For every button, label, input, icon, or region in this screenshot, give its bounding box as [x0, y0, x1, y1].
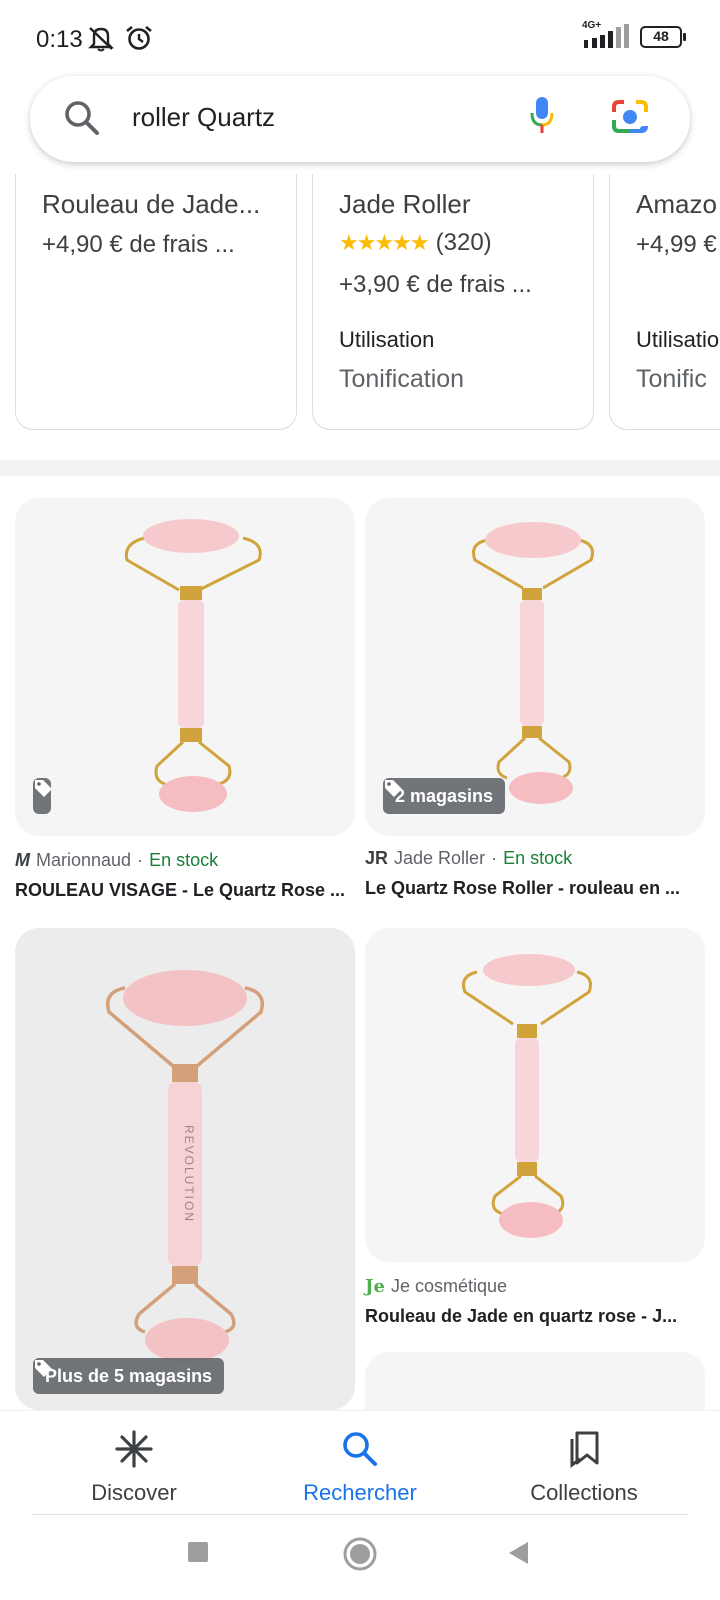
merchant-logo: Je: [365, 1276, 385, 1297]
nav-search[interactable]: Rechercher: [260, 1429, 460, 1506]
search-icon: [343, 1432, 377, 1466]
status-icons-left: [86, 24, 154, 52]
store-card[interactable]: Jade Roller ★★★★★ (320) +3,90 € de frais…: [312, 174, 594, 430]
store-card[interactable]: Rouleau de Jade... +4,90 € de frais ...: [15, 174, 297, 430]
stores-badge-label: Plus de 5 magasins: [45, 1365, 213, 1386]
status-bar: 0:13 4G+ 48: [0, 0, 720, 76]
merchant-name: Marionnaud: [36, 850, 132, 870]
nav-divider: [32, 1514, 688, 1515]
tag-icon: [385, 780, 402, 797]
battery-level: 48: [653, 28, 669, 44]
merchant-logo: M: [15, 850, 30, 870]
nav-label-discover: Discover: [91, 1480, 177, 1505]
mic-icon[interactable]: [530, 96, 554, 141]
signal-icon: 4G+: [582, 20, 630, 50]
stores-badge[interactable]: Plus de 5 magasins: [33, 1358, 225, 1394]
product-image[interactable]: 2 magasins: [365, 498, 705, 836]
app-screen: 0:13 4G+ 48 roller Quartz Rouleau de Jad…: [0, 0, 720, 1600]
merchant-name: Jade Roller: [394, 848, 486, 868]
product-image[interactable]: [365, 928, 705, 1262]
nav-discover[interactable]: Discover: [34, 1429, 234, 1506]
tag-icon: [35, 1360, 52, 1377]
stores-badge[interactable]: 2 magasins: [383, 778, 506, 814]
store-card-name: Amazo: [636, 189, 717, 219]
product-brand-text: REVOLUTION: [182, 1125, 196, 1223]
store-card-name: Jade Roller: [339, 189, 471, 219]
store-card-usage-label: Utilisatio: [636, 327, 720, 352]
product-image[interactable]: REVOLUTION Plus de 5 magasins: [15, 928, 355, 1410]
price-tag-badge[interactable]: [33, 778, 52, 814]
product-image[interactable]: [15, 498, 355, 836]
bottom-nav: Discover Rechercher Collections: [0, 1410, 720, 1516]
store-card-usage-value: Tonification: [339, 365, 465, 393]
stock-status: En stock: [503, 848, 573, 868]
merchant-line: Je Je cosmétique: [365, 1276, 507, 1297]
product-card[interactable]: [365, 1352, 705, 1432]
discover-icon: [115, 1430, 153, 1468]
merchant-line: M Marionnaud · En stock: [15, 850, 218, 871]
merchant-logo: JR: [365, 848, 389, 868]
section-divider: [0, 460, 720, 476]
recents-icon[interactable]: [186, 1540, 210, 1569]
separator: ·: [491, 848, 498, 868]
battery-icon: 48: [640, 26, 686, 48]
back-icon[interactable]: [506, 1540, 530, 1571]
lens-icon[interactable]: [610, 98, 650, 141]
notifications-off-icon: [88, 27, 114, 52]
store-card-shipping: +4,90 € de frais ...: [42, 231, 235, 258]
system-nav: [0, 1516, 720, 1600]
product-title[interactable]: Le Quartz Rose Roller - rouleau en ...: [365, 878, 705, 899]
tag-icon: [35, 780, 52, 797]
store-card[interactable]: Amazo +4,99 € Utilisatio Tonific: [609, 174, 720, 430]
product-card[interactable]: 2 magasins JR Jade Roller · En stock Le …: [365, 498, 705, 898]
status-icons-right: 4G+ 48: [582, 20, 686, 50]
nav-label-collections: Collections: [530, 1480, 638, 1505]
nav-label-search: Rechercher: [303, 1480, 417, 1505]
product-title[interactable]: ROULEAU VISAGE - Le Quartz Rose ...: [15, 880, 355, 901]
product-card[interactable]: REVOLUTION Plus de 5 magasins: [15, 928, 355, 1410]
rating-stars-icon: ★★★★★: [339, 230, 430, 255]
merchant-name: Je cosmétique: [390, 1276, 508, 1296]
search-input[interactable]: roller Quartz: [132, 102, 275, 133]
stores-badge-label: 2 magasins: [395, 785, 494, 806]
store-card-name: Rouleau de Jade...: [42, 189, 261, 219]
store-card-usage-value: Tonific: [636, 365, 707, 393]
store-card-shipping: +3,90 € de frais ...: [339, 271, 532, 298]
status-time: 0:13: [36, 26, 83, 53]
product-card[interactable]: M Marionnaud · En stock ROULEAU VISAGE -…: [15, 498, 355, 901]
store-card-rating: ★★★★★ (320): [339, 229, 492, 257]
home-icon[interactable]: [342, 1536, 378, 1577]
collections-icon: [570, 1431, 599, 1468]
stock-status: En stock: [149, 850, 219, 870]
alarm-icon: [126, 25, 152, 50]
nav-collections[interactable]: Collections: [484, 1429, 684, 1506]
search-icon[interactable]: [62, 98, 102, 143]
search-bar[interactable]: roller Quartz: [30, 76, 690, 162]
separator: ·: [137, 850, 144, 870]
product-title[interactable]: Rouleau de Jade en quartz rose - J...: [365, 1306, 705, 1327]
rating-count: (320): [435, 229, 492, 256]
store-card-shipping: +4,99 €: [636, 231, 717, 258]
merchant-line: JR Jade Roller · En stock: [365, 848, 572, 869]
store-card-usage-label: Utilisation: [339, 327, 435, 352]
product-card[interactable]: Je Je cosmétique Rouleau de Jade en quar…: [365, 928, 705, 1328]
store-cards-carousel[interactable]: Rouleau de Jade... +4,90 € de frais ... …: [0, 174, 720, 432]
